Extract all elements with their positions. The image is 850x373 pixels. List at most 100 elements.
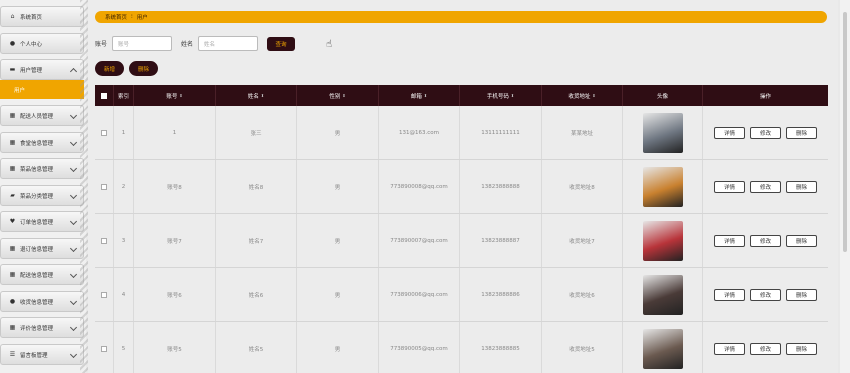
row-checkbox[interactable] bbox=[101, 183, 107, 190]
row-delete-button[interactable]: 删除 bbox=[786, 288, 817, 301]
row-select[interactable] bbox=[95, 322, 114, 373]
select-all-checkbox[interactable] bbox=[101, 92, 107, 99]
hand-cursor-icon: ☝ bbox=[326, 39, 333, 50]
cell-index: 4 bbox=[114, 268, 134, 321]
column-header[interactable]: 收货地址 ⬍ bbox=[542, 85, 623, 106]
cell-actions: 详情 修改 删除 bbox=[703, 268, 828, 321]
sidebar-item-8[interactable]: ▦ 退订信息管理 bbox=[0, 238, 84, 259]
grid-icon: ▦ bbox=[9, 271, 16, 278]
cell-index: 1 bbox=[114, 106, 134, 159]
sidebar-item-label: 订单信息管理 bbox=[20, 219, 54, 226]
edit-button[interactable]: 修改 bbox=[750, 180, 781, 193]
scrollbar-thumb[interactable] bbox=[843, 12, 847, 252]
sidebar-item-12[interactable]: ☰ 留言板管理 bbox=[0, 344, 84, 365]
sort-icon[interactable]: ⬍ bbox=[261, 93, 264, 98]
table-row: 4 账号6 姓名6 男 773890006@qq.com 13823888886 收货地址6… bbox=[95, 268, 828, 322]
column-header[interactable]: 账号 ⬍ bbox=[134, 85, 216, 106]
row-select[interactable] bbox=[95, 214, 114, 267]
sidebar-item-4[interactable]: ▦ 食堂信息管理 bbox=[0, 132, 84, 153]
row-checkbox[interactable] bbox=[101, 291, 107, 298]
sidebar: ⌂ 系统首页 ● 个人中心 ▬ 用户管理 ▦ 配送人员管理 ▦ 食堂信息管理 ▦ 菜品信息管理 ▰ 菜品分… bbox=[0, 0, 88, 373]
sort-icon[interactable]: ⬍ bbox=[342, 93, 345, 98]
cell-account: 账号8 bbox=[134, 160, 216, 213]
row-select[interactable] bbox=[95, 106, 114, 159]
row-checkbox[interactable] bbox=[101, 237, 107, 244]
cell-avatar bbox=[623, 322, 703, 373]
row-delete-button[interactable]: 删除 bbox=[786, 180, 817, 193]
row-checkbox[interactable] bbox=[101, 129, 107, 136]
row-delete-button[interactable]: 删除 bbox=[786, 342, 817, 355]
cell-account: 账号6 bbox=[134, 268, 216, 321]
row-delete-button[interactable]: 删除 bbox=[786, 126, 817, 139]
chevron-icon bbox=[69, 323, 78, 332]
add-button[interactable]: 新增 bbox=[95, 61, 124, 76]
sidebar-item-7[interactable]: ♥ 订单信息管理 bbox=[0, 211, 84, 232]
cell-actions: 详情 修改 删除 bbox=[703, 214, 828, 267]
column-header[interactable]: 姓名 ⬍ bbox=[216, 85, 297, 106]
cell-name: 姓名6 bbox=[216, 268, 297, 321]
sidebar-item-9[interactable]: ▦ 配送信息管理 bbox=[0, 264, 84, 285]
edit-button[interactable]: 修改 bbox=[750, 288, 781, 301]
sidebar-item-3[interactable]: ▦ 配送人员管理 bbox=[0, 105, 84, 126]
sidebar-item-label: 收货信息管理 bbox=[20, 299, 54, 306]
delete-button[interactable]: 删除 bbox=[129, 61, 158, 76]
sidebar-item-0[interactable]: ⌂ 系统首页 bbox=[0, 6, 84, 27]
sidebar-item-label: 个人中心 bbox=[20, 41, 43, 48]
column-header: 索引 bbox=[114, 85, 134, 106]
column-header[interactable]: 邮箱 ⬍ bbox=[379, 85, 460, 106]
avatar bbox=[642, 112, 683, 153]
row-select[interactable] bbox=[95, 268, 114, 321]
name-label: 姓名 bbox=[181, 41, 194, 48]
sort-icon[interactable]: ⬍ bbox=[511, 93, 514, 98]
sidebar-item-2[interactable]: ▬ 用户管理 bbox=[0, 59, 84, 80]
sidebar-item-11[interactable]: ▦ 评价信息管理 bbox=[0, 317, 84, 338]
detail-button[interactable]: 详情 bbox=[714, 180, 745, 193]
sort-icon[interactable]: ⬍ bbox=[179, 93, 182, 98]
table-row: 1 1 张三男 131@163.com 13111111111 某某地址 详情 修改 删除 bbox=[95, 106, 828, 160]
cell-email: 773890007@qq.com bbox=[379, 214, 460, 267]
sort-icon[interactable]: ⬍ bbox=[424, 93, 427, 98]
user-icon: ● bbox=[9, 40, 16, 47]
sort-icon[interactable]: ⬍ bbox=[592, 93, 595, 98]
cell-email: 131@163.com bbox=[379, 106, 460, 159]
breadcrumb-home[interactable]: 系统首页 bbox=[105, 13, 127, 21]
sidebar-item-1[interactable]: ● 个人中心 bbox=[0, 33, 84, 54]
sidebar-item-5[interactable]: ▦ 菜品信息管理 bbox=[0, 158, 84, 179]
column-header[interactable]: 性别 ⬍ bbox=[297, 85, 379, 106]
row-select[interactable] bbox=[95, 160, 114, 213]
detail-button[interactable]: 详情 bbox=[714, 288, 745, 301]
account-input[interactable]: 账号 bbox=[112, 36, 173, 51]
cell-email: 773890005@qq.com bbox=[379, 322, 460, 373]
detail-button[interactable]: 详情 bbox=[714, 234, 745, 247]
chevron-icon bbox=[69, 217, 78, 226]
sidebar-subitem-user[interactable]: 用户 bbox=[0, 80, 84, 99]
detail-button[interactable]: 详情 bbox=[714, 342, 745, 355]
cell-address: 收货地址6 bbox=[542, 268, 623, 321]
detail-button[interactable]: 详情 bbox=[714, 126, 745, 139]
cell-address: 收货地址7 bbox=[542, 214, 623, 267]
cell-phone: 13823888887 bbox=[460, 214, 542, 267]
sidebar-item-6[interactable]: ▰ 菜品分类管理 bbox=[0, 185, 84, 206]
column-header[interactable]: 手机号码 ⬍ bbox=[460, 85, 542, 106]
scrollbar[interactable] bbox=[840, 0, 850, 373]
cell-actions: 详情 修改 删除 bbox=[703, 322, 828, 373]
avatar bbox=[642, 220, 683, 261]
cell-phone: 13823888888 bbox=[460, 160, 542, 213]
search-button[interactable]: 查询 bbox=[267, 36, 296, 51]
chevron-icon bbox=[69, 191, 78, 200]
edit-button[interactable]: 修改 bbox=[750, 342, 781, 355]
chevron-icon bbox=[69, 67, 78, 76]
cell-actions: 详情 修改 删除 bbox=[703, 160, 828, 213]
edit-button[interactable]: 修改 bbox=[750, 126, 781, 139]
header-select-all[interactable] bbox=[95, 85, 114, 106]
avatar bbox=[642, 166, 683, 207]
row-checkbox[interactable] bbox=[101, 345, 107, 352]
sidebar-item-10[interactable]: ● 收货信息管理 bbox=[0, 291, 84, 312]
chevron-icon bbox=[69, 297, 78, 306]
edit-button[interactable]: 修改 bbox=[750, 234, 781, 247]
row-delete-button[interactable]: 删除 bbox=[786, 234, 817, 247]
table-row: 3 账号7 姓名7 男 773890007@qq.com 13823888887 收货地址7… bbox=[95, 214, 828, 268]
cell-phone: 13823888885 bbox=[460, 322, 542, 373]
cell-name: 姓名7 bbox=[216, 214, 297, 267]
name-input[interactable]: 姓名 bbox=[198, 36, 259, 51]
